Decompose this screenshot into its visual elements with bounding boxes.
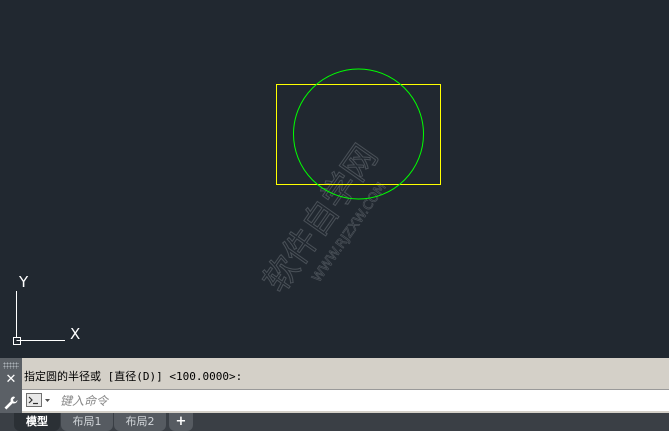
command-history-text: 指定圆的半径或 [直径(D)] <100.0000>: [22, 368, 664, 386]
tab-model[interactable]: 模型 [14, 413, 60, 431]
command-line: ✕ 指定圆的半径或 [直径(D)] <100.0000>: [0, 358, 669, 413]
ucs-y-label: Y [18, 273, 29, 291]
wrench-icon[interactable] [3, 395, 19, 411]
tabs-bar-bottom [0, 431, 669, 443]
tab-layout1[interactable]: 布局1 [61, 413, 113, 431]
add-layout-button[interactable]: + [169, 413, 193, 431]
tab-layout2[interactable]: 布局2 [114, 413, 166, 431]
command-input-row[interactable] [22, 389, 669, 411]
ucs-icon [13, 291, 65, 345]
ucs-x-label: X [70, 325, 80, 343]
command-prompt-icon[interactable] [26, 393, 52, 407]
close-icon[interactable]: ✕ [4, 373, 18, 387]
command-input[interactable] [58, 391, 662, 411]
drawing-canvas[interactable]: 软件自学网 WWW.RJZXW.COM Y X [0, 0, 669, 358]
layout-tabs-bar: 模型 布局1 布局2 + [0, 413, 669, 443]
watermark: 软件自学网 WWW.RJZXW.COM [255, 137, 390, 300]
grip-handle[interactable] [3, 362, 19, 369]
command-line-grip[interactable]: ✕ [0, 358, 22, 413]
